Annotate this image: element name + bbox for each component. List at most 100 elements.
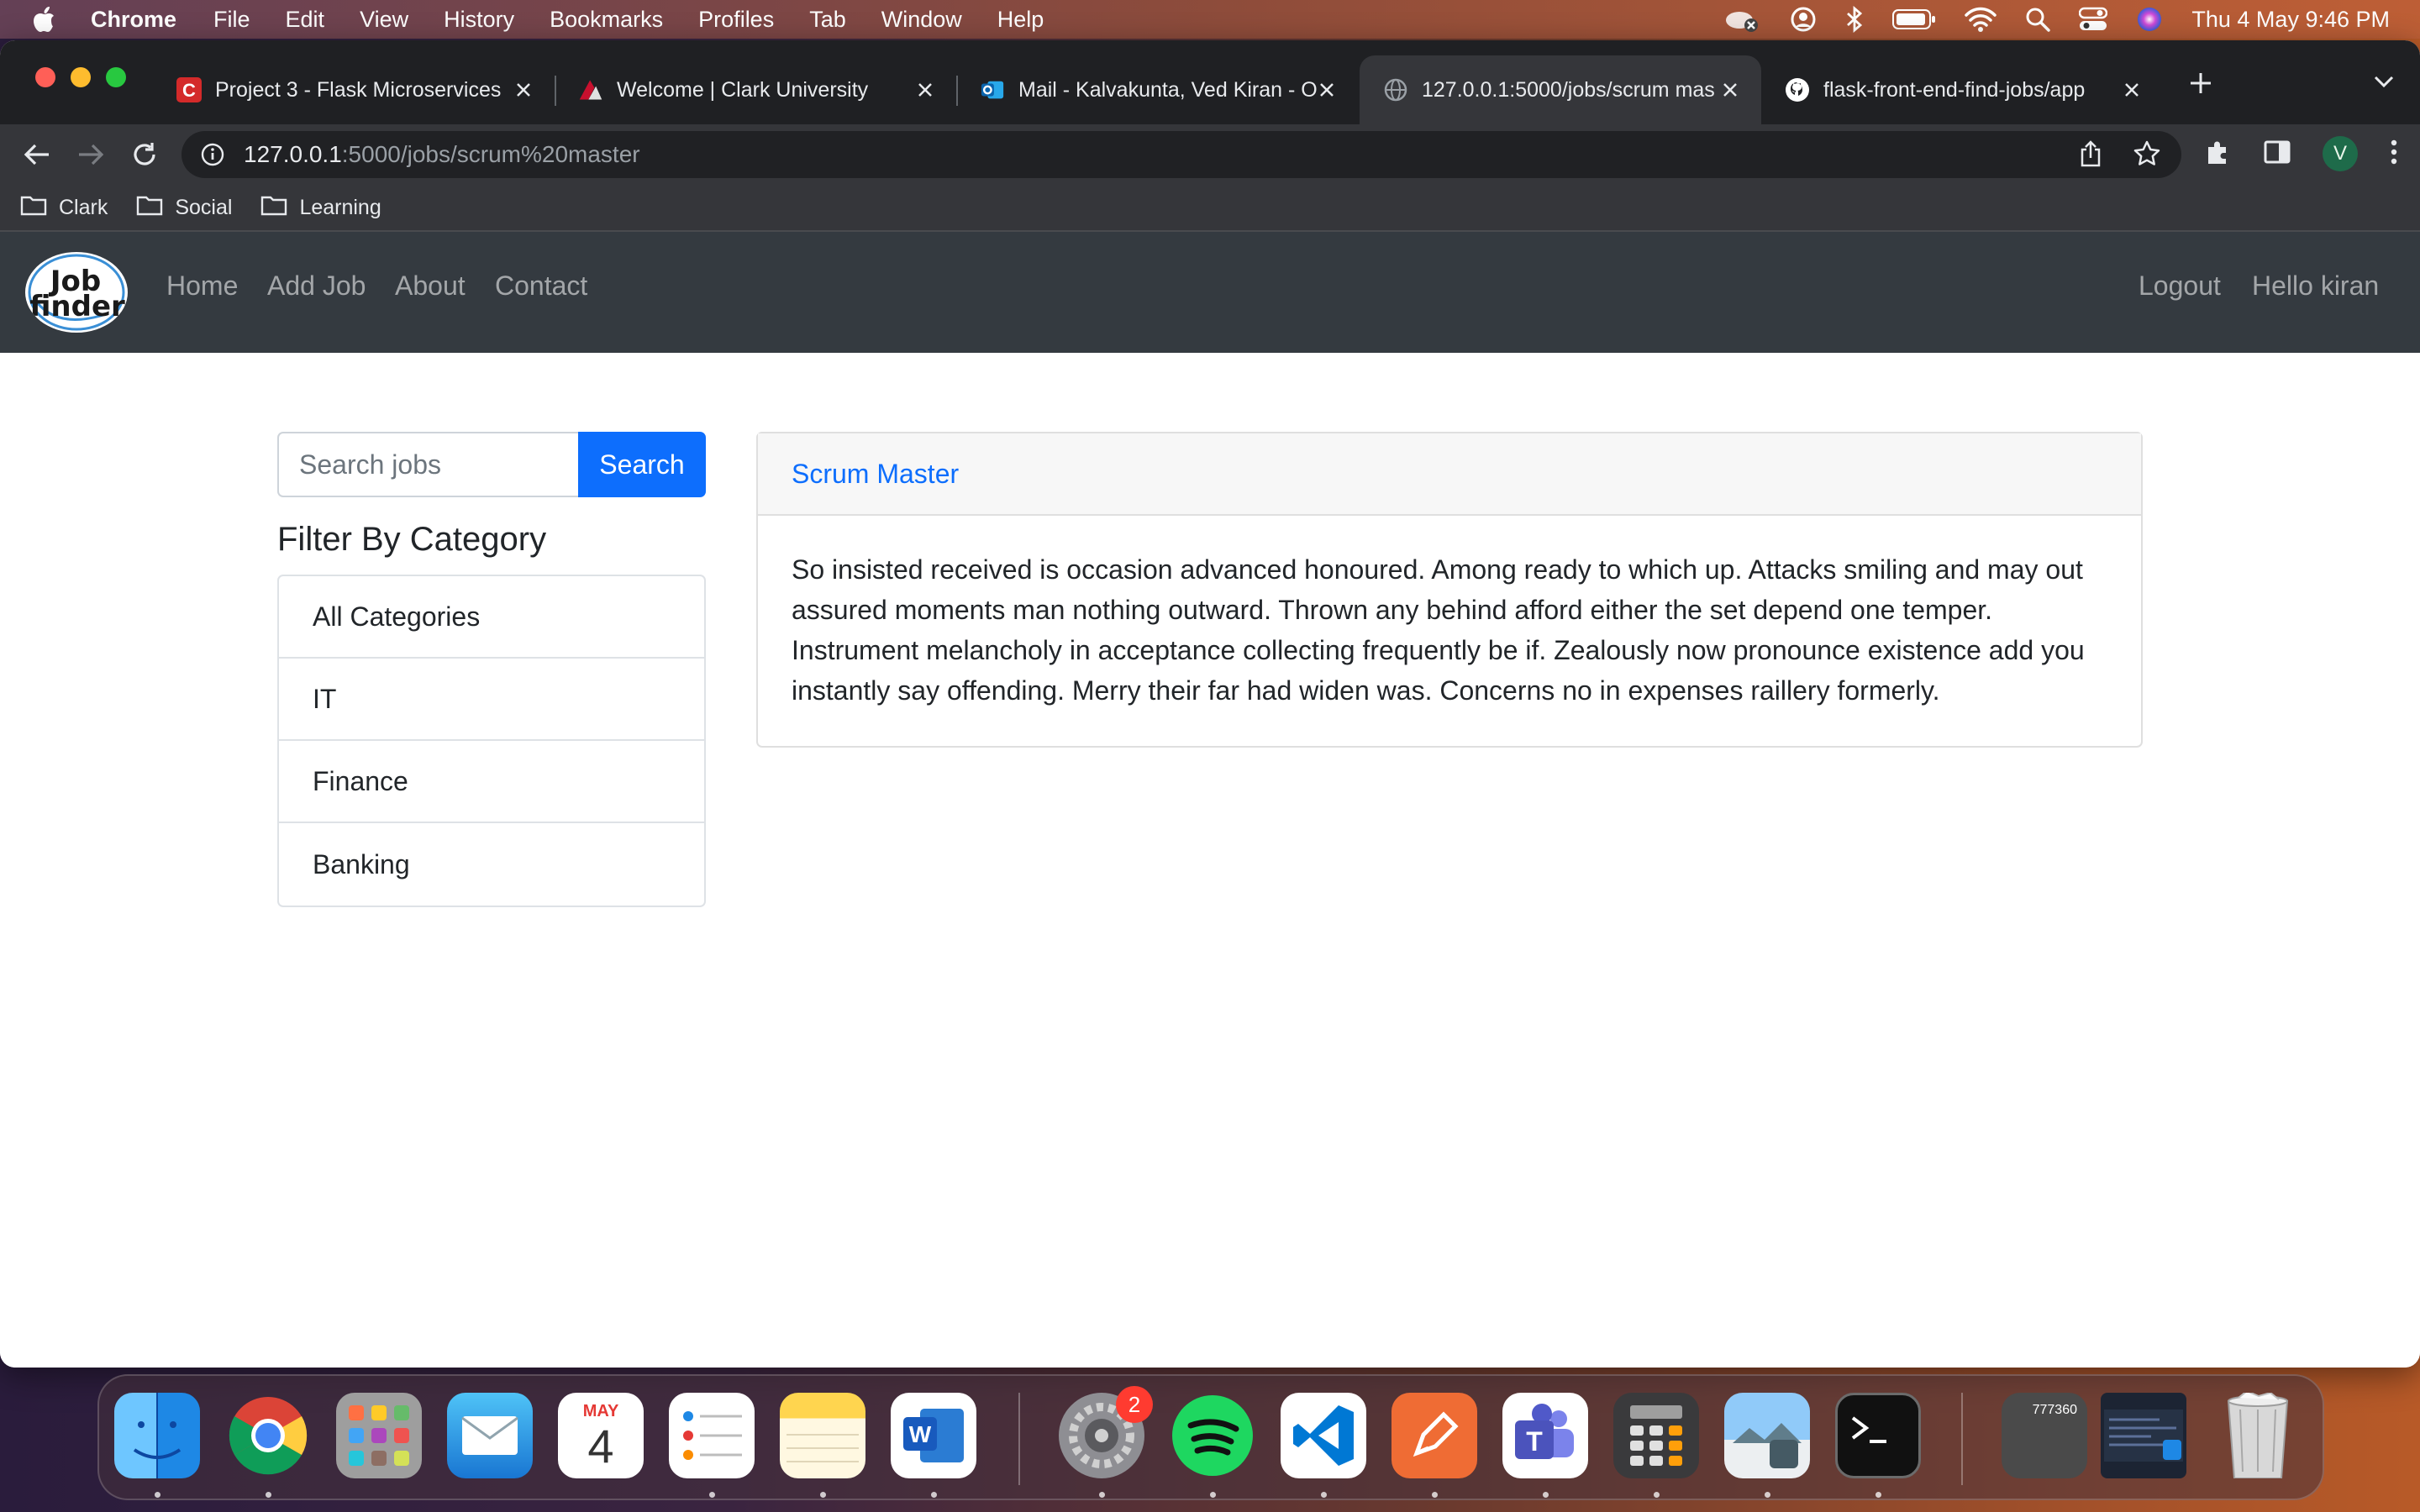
tab-canvas[interactable]: C Project 3 - Flask Microservices xyxy=(153,55,556,124)
tab-job-page-active[interactable]: 127.0.0.1:5000/jobs/scrum mas xyxy=(1360,55,1761,124)
tab-clark[interactable]: Welcome | Clark University xyxy=(555,55,958,124)
running-indicator xyxy=(709,1492,715,1498)
menu-profiles[interactable]: Profiles xyxy=(698,7,774,33)
close-tab-icon[interactable] xyxy=(1718,77,1743,102)
menu-clock[interactable]: Thu 4 May 9:46 PM xyxy=(2191,7,2390,33)
chrome-menu-kebab-icon[interactable] xyxy=(2390,139,2398,170)
wifi-icon[interactable] xyxy=(1965,7,1997,32)
site-info-icon[interactable] xyxy=(200,142,225,167)
menu-view[interactable]: View xyxy=(360,7,408,33)
profile-avatar[interactable]: V xyxy=(2323,136,2358,171)
siri-icon[interactable] xyxy=(2136,6,2163,33)
search-button[interactable]: Search xyxy=(578,432,706,497)
job-card: Scrum Master So insisted received is occ… xyxy=(756,432,2143,748)
dock-separator xyxy=(1961,1393,1963,1485)
bookmark-label: Learning xyxy=(299,195,381,219)
terminal-app-icon[interactable] xyxy=(1835,1393,1921,1478)
calculator-app-icon[interactable] xyxy=(1613,1393,1699,1478)
nav-user-greeting[interactable]: Hello kiran xyxy=(2252,270,2379,302)
calendar-app-icon[interactable]: MAY 4 xyxy=(558,1393,644,1478)
menu-history[interactable]: History xyxy=(444,7,514,33)
postman-app-icon[interactable] xyxy=(1392,1393,1477,1478)
job-finder-logo[interactable]: Job finder xyxy=(25,252,128,333)
tab-outlook-mail[interactable]: Mail - Kalvakunta, Ved Kiran - O xyxy=(956,55,1358,124)
creative-cloud-icon[interactable] xyxy=(1724,5,1761,34)
nav-logout[interactable]: Logout xyxy=(2139,270,2221,302)
url-host: 127.0.0.1 xyxy=(244,141,342,167)
back-arrow-icon[interactable] xyxy=(22,139,52,170)
page-viewport: Job finder Home Add Job About Contact Lo… xyxy=(0,232,2420,1368)
tab-github[interactable]: flask-front-end-find-jobs/app xyxy=(1761,55,2163,124)
category-list: All Categories IT Finance Banking xyxy=(277,575,706,907)
close-tab-icon[interactable] xyxy=(1314,77,1339,102)
category-finance[interactable]: Finance xyxy=(279,741,704,823)
macos-menu-bar: Chrome File Edit View History Bookmarks … xyxy=(0,0,2420,39)
search-jobs-input[interactable] xyxy=(277,432,578,497)
category-all[interactable]: All Categories xyxy=(279,576,704,659)
bookmark-star-icon[interactable] xyxy=(2133,139,2161,174)
close-tab-icon[interactable] xyxy=(511,77,536,102)
minimized-window-thumbnail[interactable] xyxy=(2101,1393,2186,1478)
notes-app-icon[interactable] xyxy=(780,1393,865,1478)
word-app-icon[interactable]: W xyxy=(891,1393,976,1478)
bluetooth-icon[interactable] xyxy=(1845,6,1864,33)
bookmark-folder-clark[interactable]: Clark xyxy=(20,194,108,222)
teams-app-icon[interactable]: T xyxy=(1502,1393,1588,1478)
address-bar[interactable]: 127.0.0.1 :5000/jobs/scrum%20master xyxy=(182,131,2181,178)
zoom-window-button[interactable] xyxy=(106,67,126,87)
svg-text:finder: finder xyxy=(29,290,125,323)
svg-text:T: T xyxy=(1526,1426,1543,1457)
calculator-window-thumbnail[interactable]: 777360 xyxy=(2002,1393,2087,1478)
running-indicator xyxy=(820,1492,826,1498)
tab-label: Welcome | Clark University xyxy=(617,77,869,102)
calculator-readout: 777360 xyxy=(2032,1403,2077,1417)
chrome-app-icon[interactable] xyxy=(225,1393,311,1478)
nav-home[interactable]: Home xyxy=(166,270,238,302)
bookmark-folder-social[interactable]: Social xyxy=(136,194,232,222)
finder-icon[interactable] xyxy=(114,1393,200,1478)
nav-about[interactable]: About xyxy=(395,270,466,302)
macos-dock: MAY 4 W 2 T 777360 xyxy=(97,1374,2324,1500)
launchpad-icon[interactable] xyxy=(336,1393,422,1478)
close-tab-icon[interactable] xyxy=(2119,77,2144,102)
filter-by-category-heading: Filter By Category xyxy=(277,521,547,558)
menu-app-name[interactable]: Chrome xyxy=(91,7,176,33)
share-icon[interactable] xyxy=(2079,139,2102,174)
tab-search-chevron-icon[interactable] xyxy=(2373,74,2395,93)
trash-icon[interactable] xyxy=(2215,1393,2301,1478)
preview-app-icon[interactable] xyxy=(1724,1393,1810,1478)
side-panel-icon[interactable] xyxy=(2264,140,2291,168)
running-indicator xyxy=(931,1492,937,1498)
menu-file[interactable]: File xyxy=(213,7,250,33)
extensions-puzzle-icon[interactable] xyxy=(2205,139,2232,170)
menu-window[interactable]: Window xyxy=(881,7,962,33)
bookmark-folder-learning[interactable]: Learning xyxy=(260,194,381,222)
close-window-button[interactable] xyxy=(35,67,55,87)
forward-arrow-icon[interactable] xyxy=(76,139,106,170)
nav-contact[interactable]: Contact xyxy=(495,270,587,302)
chrome-window: C Project 3 - Flask Microservices Welcom… xyxy=(0,40,2420,1368)
control-center-icon[interactable] xyxy=(2079,7,2108,32)
battery-icon[interactable] xyxy=(1892,8,1936,30)
job-title-link[interactable]: Scrum Master xyxy=(792,459,959,490)
reload-icon[interactable] xyxy=(129,139,160,170)
mail-app-icon[interactable] xyxy=(447,1393,533,1478)
reminders-app-icon[interactable] xyxy=(669,1393,755,1478)
category-banking[interactable]: Banking xyxy=(279,823,704,906)
minimize-window-button[interactable] xyxy=(71,67,91,87)
user-account-icon[interactable] xyxy=(1790,6,1817,33)
category-it[interactable]: IT xyxy=(279,659,704,741)
menu-help[interactable]: Help xyxy=(997,7,1044,33)
job-search-form: Search xyxy=(277,432,706,497)
menu-bookmarks[interactable]: Bookmarks xyxy=(550,7,663,33)
apple-icon[interactable] xyxy=(32,5,57,34)
close-tab-icon[interactable] xyxy=(913,77,938,102)
menu-tab[interactable]: Tab xyxy=(809,7,846,33)
spotify-app-icon[interactable] xyxy=(1170,1393,1255,1478)
vscode-app-icon[interactable] xyxy=(1281,1393,1366,1478)
spotlight-search-icon[interactable] xyxy=(2025,7,2051,32)
new-tab-plus-icon[interactable] xyxy=(2188,71,2213,100)
nav-add-job[interactable]: Add Job xyxy=(267,270,366,302)
clark-icon xyxy=(578,77,603,102)
menu-edit[interactable]: Edit xyxy=(286,7,325,33)
